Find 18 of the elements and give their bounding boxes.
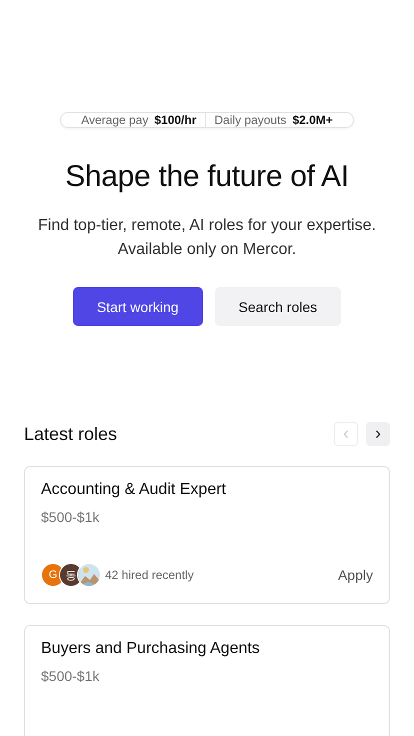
headline: Shape the future of AI bbox=[65, 160, 349, 194]
apply-link[interactable]: Apply bbox=[338, 567, 373, 583]
hired-count: 42 hired recently bbox=[105, 568, 194, 582]
stat-label: Average pay bbox=[81, 113, 148, 127]
role-card[interactable]: Buyers and Purchasing Agents $500-$1k bbox=[24, 625, 390, 736]
stat-value: $100/hr bbox=[154, 113, 196, 127]
stat-label: Daily payouts bbox=[214, 113, 286, 127]
section-title: Latest roles bbox=[24, 424, 118, 444]
start-button[interactable]: Start working bbox=[72, 287, 203, 326]
search-button[interactable]: Search roles bbox=[214, 287, 342, 326]
role-pay: $500-$1k bbox=[41, 509, 100, 525]
role-title: Buyers and Purchasing Agents bbox=[41, 640, 261, 658]
role-title: Accounting & Audit Expert bbox=[41, 481, 227, 499]
role-pay: $500-$1k bbox=[41, 668, 100, 684]
next-button[interactable]: › bbox=[366, 422, 390, 446]
stat-value: $2.0M+ bbox=[292, 113, 333, 127]
subtitle: Find top-tier, remote, AI roles for your expertise. Available only on Mercor. bbox=[37, 216, 377, 260]
role-card[interactable]: Accounting & Audit Expert $500-$1k G 동 42 hired recently Apply bbox=[24, 466, 390, 604]
